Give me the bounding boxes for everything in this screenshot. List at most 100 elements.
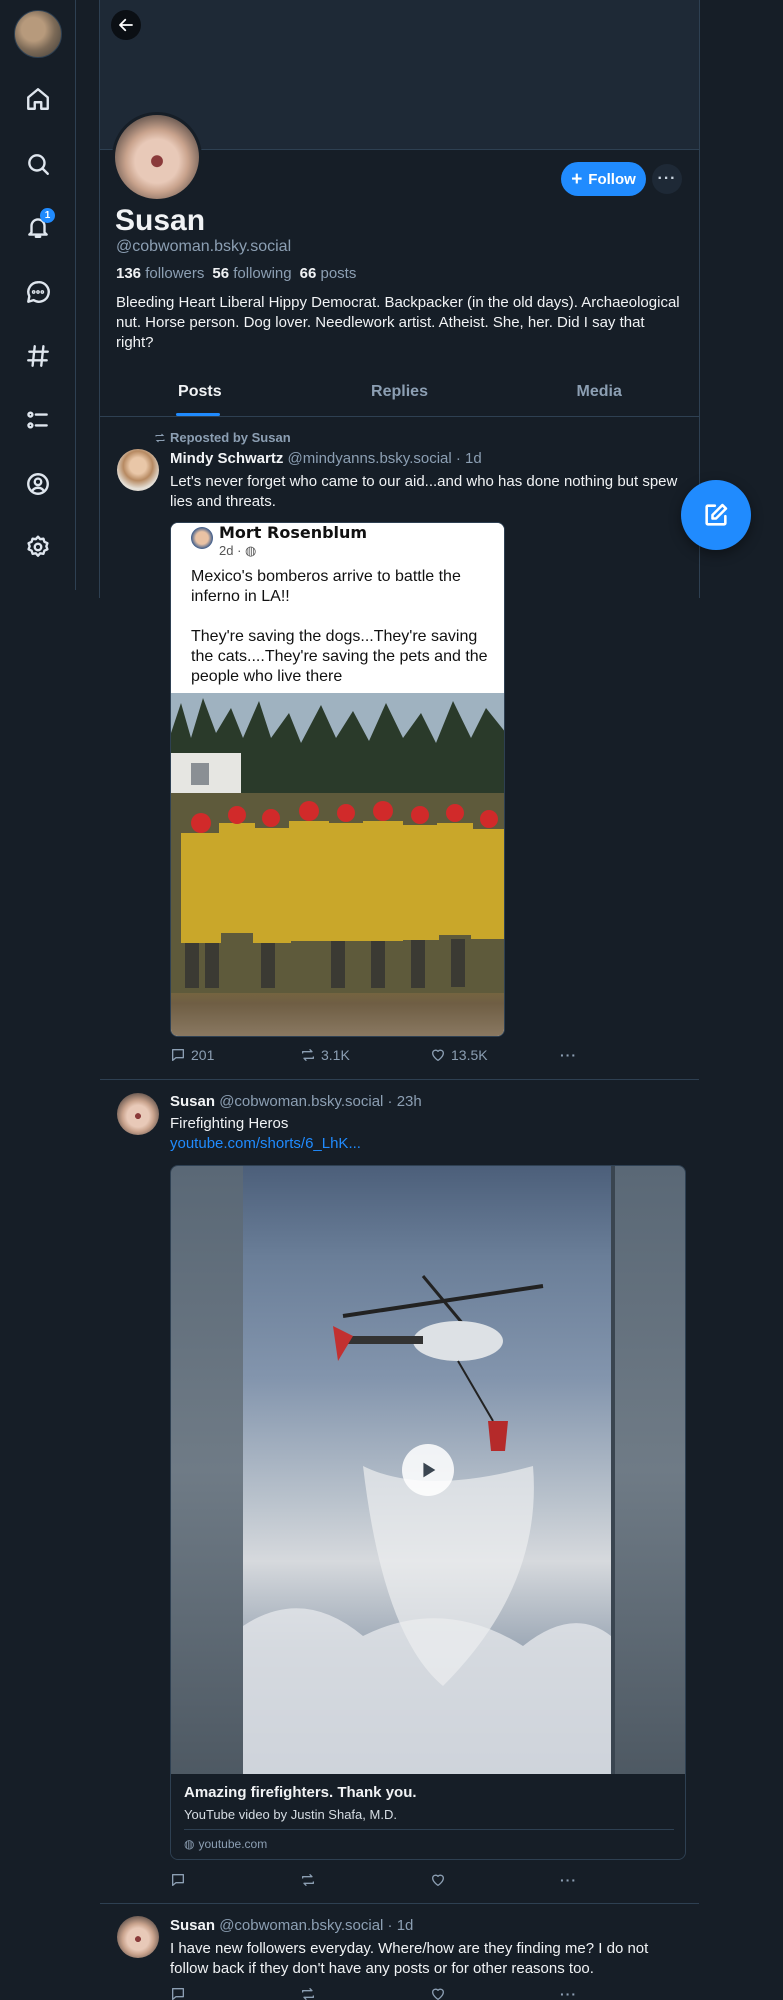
post-image[interactable]: Mort Rosenblum 2d · ◍ Mexico's bomberos … — [170, 522, 505, 1037]
post-actions: ··· — [170, 1986, 590, 2000]
post-author-name[interactable]: Mindy Schwartz — [170, 450, 283, 467]
lists-icon[interactable] — [20, 402, 56, 438]
post-author-name[interactable]: Susan — [170, 1093, 215, 1110]
link-card[interactable]: Amazing firefighters. Thank you. YouTube… — [171, 1774, 685, 1859]
post-text: Let's never forget who came to our aid..… — [170, 473, 678, 510]
video-player[interactable] — [171, 1166, 685, 1774]
reply-button[interactable] — [170, 1872, 300, 1888]
video-blur-right — [615, 1166, 685, 1774]
profile-stats: 136 followers 56 following 66 posts — [116, 265, 356, 282]
repost-icon — [302, 1049, 314, 1061]
globe-icon: ◍ — [245, 543, 257, 558]
play-button[interactable] — [402, 1444, 454, 1496]
link-card-title: Amazing firefighters. Thank you. — [184, 1784, 417, 1801]
profile-tabs: Posts Replies Media — [100, 372, 699, 417]
post-author-avatar[interactable] — [117, 1916, 159, 1958]
heart-icon — [432, 1874, 444, 1886]
post-text: I have new followers everyday. Where/how… — [170, 1940, 649, 1977]
crew-graphic — [171, 793, 504, 993]
trees-graphic — [171, 693, 504, 793]
post-more-button[interactable]: ··· — [560, 1986, 577, 2000]
post-time: · 1d — [387, 1917, 414, 1934]
embedded-time: 2d · ◍ — [219, 543, 257, 558]
post-meta: Mindy Schwartz @mindyanns.bsky.social · … — [170, 450, 482, 467]
like-button[interactable] — [430, 1986, 560, 2000]
embedded-author: Mort Rosenblum — [219, 523, 368, 542]
posts-stat: 66 posts — [299, 265, 357, 282]
profile-more-button[interactable]: ··· — [652, 164, 682, 194]
notifications-icon[interactable]: 1 — [20, 208, 56, 245]
firefighters-photo — [171, 693, 504, 1036]
post-author-handle[interactable]: @cobwoman.bsky.social — [219, 1917, 383, 1934]
feeds-hash-icon[interactable] — [20, 338, 56, 374]
like-button[interactable] — [430, 1872, 560, 1888]
embedded-avatar — [191, 527, 213, 549]
my-avatar[interactable] — [14, 10, 62, 58]
profile-bio: Bleeding Heart Liberal Hippy Democrat. B… — [116, 294, 680, 351]
compose-button[interactable] — [681, 480, 751, 550]
home-icon[interactable] — [20, 81, 56, 117]
follow-button[interactable]: + Follow — [561, 162, 646, 196]
reply-button[interactable]: 201 — [170, 1047, 300, 1063]
notification-badge: 1 — [40, 208, 55, 223]
followers-stat[interactable]: 136 followers — [116, 265, 204, 282]
post-meta: Susan @cobwoman.bsky.social · 1d — [170, 1917, 413, 1934]
reply-icon — [172, 1049, 184, 1061]
link-card-separator — [184, 1829, 674, 1830]
post-actions: ··· — [170, 1872, 590, 1888]
profile-handle: @cobwoman.bsky.social — [116, 238, 292, 255]
link-card-domain: ◍ youtube.com — [184, 1837, 268, 1851]
video-blur-left — [171, 1166, 243, 1774]
embedded-text: Mexico's bomberos arrive to battle the i… — [191, 568, 488, 685]
tab-replies[interactable]: Replies — [300, 372, 500, 416]
profile-avatar[interactable] — [112, 112, 202, 202]
repost-icon — [155, 433, 165, 442]
follow-label: Follow — [588, 170, 636, 188]
tab-posts[interactable]: Posts — [100, 372, 300, 416]
post-author-avatar[interactable] — [117, 449, 159, 491]
post-actions: 201 3.1K 13.5K ··· — [170, 1047, 590, 1063]
heart-icon — [432, 1988, 444, 2000]
link-card-description: YouTube video by Justin Shafa, M.D. — [184, 1807, 397, 1822]
repost-button[interactable] — [300, 1872, 430, 1888]
post-text: Firefighting Heros — [170, 1115, 289, 1132]
repost-indicator: Reposted by Susan — [154, 430, 291, 445]
embedded-screenshot-header: Mort Rosenblum 2d · ◍ Mexico's bomberos … — [171, 523, 504, 693]
tab-media[interactable]: Media — [499, 372, 699, 416]
post-divider — [100, 1903, 699, 1904]
globe-icon: ◍ — [184, 1837, 195, 1851]
post-time: · 23h — [387, 1093, 422, 1110]
post-author-name[interactable]: Susan — [170, 1917, 215, 1934]
post-meta: Susan @cobwoman.bsky.social · 23h — [170, 1093, 422, 1110]
repost-button[interactable]: 3.1K — [300, 1047, 430, 1063]
profile-icon[interactable] — [20, 466, 56, 502]
repost-icon — [302, 1874, 314, 1886]
like-button[interactable]: 13.5K — [430, 1047, 560, 1063]
reply-button[interactable] — [170, 1986, 300, 2000]
chat-icon[interactable] — [20, 274, 56, 310]
post-link[interactable]: youtube.com/shorts/6_LhK... — [170, 1135, 361, 1152]
post-more-button[interactable]: ··· — [560, 1047, 577, 1063]
reply-icon — [172, 1988, 184, 2000]
post-author-handle[interactable]: @mindyanns.bsky.social — [288, 450, 452, 467]
compose-pencil-icon — [705, 503, 728, 526]
video-embed[interactable]: Amazing firefighters. Thank you. YouTube… — [170, 1165, 686, 1860]
reply-icon — [172, 1874, 184, 1886]
post-author-handle[interactable]: @cobwoman.bsky.social — [219, 1093, 383, 1110]
post-author-avatar[interactable] — [117, 1093, 159, 1135]
play-icon — [423, 1462, 436, 1478]
plus-icon: + — [571, 168, 583, 190]
nav-rail: 1 — [0, 0, 76, 590]
repost-button[interactable] — [300, 1986, 430, 2000]
arrow-left-icon — [119, 18, 133, 32]
post-more-button[interactable]: ··· — [560, 1872, 577, 1888]
display-name: Susan — [115, 204, 206, 237]
settings-gear-icon[interactable] — [20, 529, 56, 565]
post-divider — [100, 1079, 699, 1080]
heart-icon — [432, 1049, 444, 1061]
post-time: · 1d — [455, 450, 482, 467]
back-button[interactable] — [111, 10, 141, 40]
search-icon[interactable] — [20, 146, 56, 182]
repost-icon — [302, 1988, 314, 2000]
following-stat[interactable]: 56 following — [212, 265, 291, 282]
